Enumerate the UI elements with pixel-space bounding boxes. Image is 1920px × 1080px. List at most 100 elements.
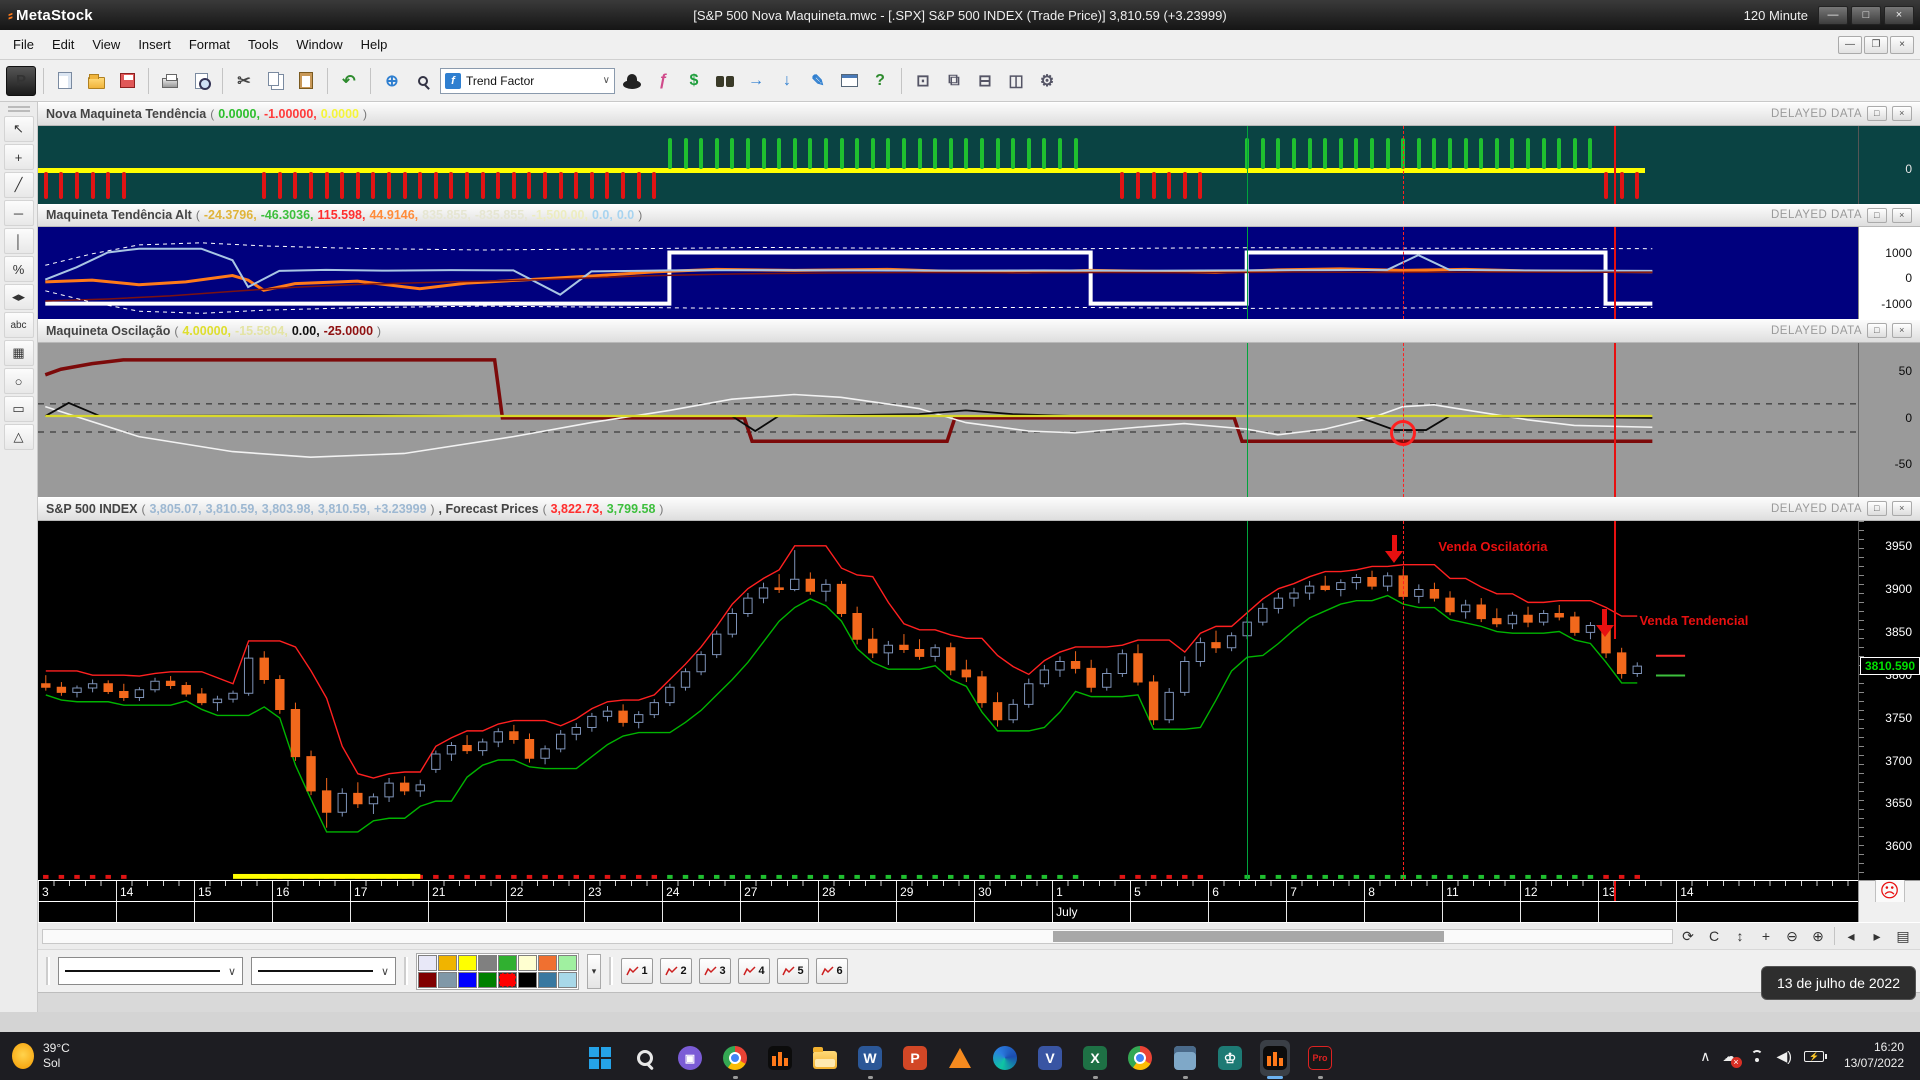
collapse-button[interactable]: C [1701,925,1727,947]
menu-tools[interactable]: Tools [239,32,287,57]
taskbar-metastock-active[interactable] [1260,1040,1290,1076]
zoom-box-button[interactable] [409,66,437,96]
volume-icon[interactable]: ◀) [1777,1048,1792,1065]
panel3-title-bar[interactable]: Maquineta Oscilação(4.00000,-15.5804,0.0… [38,319,1920,343]
tile-vertical-button[interactable]: ◫ [1002,66,1030,96]
taskbar-start[interactable] [585,1040,615,1076]
tile-horizontal-button[interactable]: ⊟ [971,66,999,96]
taskbar-chrome-badged[interactable] [720,1040,750,1076]
forecaster-button[interactable]: → [742,66,770,96]
paste-button[interactable] [292,66,320,96]
horizontal-line-tool[interactable]: ─ [4,200,34,226]
power-console-button[interactable]: P [6,66,36,96]
taskbar-clock[interactable]: 16:20 13/07/2022 [1836,1036,1912,1075]
taskbar-pro[interactable]: Pro [1305,1040,1335,1076]
taskbar-vlc[interactable] [945,1040,975,1076]
explorer-hat-button[interactable] [618,66,646,96]
menu-insert[interactable]: Insert [129,32,180,57]
layout-button-1[interactable]: 1 [621,958,653,984]
wifi-icon[interactable] [1749,1050,1765,1062]
maximize-button[interactable]: □ [1851,6,1881,25]
layout-button-5[interactable]: 5 [777,958,809,984]
panel-restore-button[interactable]: □ [1867,208,1887,223]
panel-close-button[interactable]: × [1892,208,1912,223]
menu-edit[interactable]: Edit [43,32,83,57]
minimize-button[interactable]: — [1818,6,1848,25]
layout-button-2[interactable]: 2 [660,958,692,984]
crosshair-tool[interactable]: + [4,144,34,170]
color-swatch[interactable] [538,972,557,988]
new-chart-button[interactable] [51,66,79,96]
panel-restore-button[interactable]: □ [1867,323,1887,338]
taskbar-visio[interactable]: V [1035,1040,1065,1076]
color-swatch[interactable] [498,955,517,971]
zoom-in-button[interactable]: ⊕ [1805,925,1831,947]
menu-view[interactable]: View [83,32,129,57]
print-button[interactable] [156,66,184,96]
menu-format[interactable]: Format [180,32,239,57]
pan-button[interactable]: + [1753,925,1779,947]
line-style-combo[interactable]: ∨ [58,957,243,985]
color-swatch[interactable] [418,955,437,971]
save-button[interactable] [113,66,141,96]
center-target-button[interactable]: ⊕ [378,66,406,96]
color-swatch[interactable] [478,972,497,988]
undo-button[interactable]: ↶ [335,66,363,96]
mdi-minimize-button[interactable]: — [1838,36,1862,54]
copy-button[interactable] [261,66,289,96]
refresh-button[interactable]: ⟳ [1675,925,1701,947]
taskbar-calculator[interactable] [1170,1040,1200,1076]
layout-button-6[interactable]: 6 [816,958,848,984]
vertical-fit-button[interactable]: ↕ [1727,925,1753,947]
color-swatch[interactable] [438,972,457,988]
color-swatch[interactable] [478,955,497,971]
panel-close-button[interactable]: × [1892,323,1912,338]
panel4-price-chart[interactable]: Venda OscilatóriaVenda Tendencial 395039… [38,521,1920,881]
color-swatch[interactable] [558,972,577,988]
taskbar-metastock[interactable] [765,1040,795,1076]
panel1-chart[interactable]: 0 [38,126,1920,204]
template-combo[interactable]: fTrend Factor∨ [440,68,615,94]
ellipse-tool[interactable]: ○ [4,368,34,394]
taskbar-edge[interactable] [990,1040,1020,1076]
close-button[interactable]: × [1884,6,1914,25]
color-swatch[interactable] [458,955,477,971]
open-button[interactable] [82,66,110,96]
print-preview-button[interactable] [187,66,215,96]
line-weight-combo[interactable]: ∨ [251,957,396,985]
panel2-title-bar[interactable]: Maquineta Tendência Alt(-24.3796,-46.303… [38,204,1920,228]
taskbar-excel[interactable]: X [1080,1040,1110,1076]
taskbar-powerpoint[interactable]: P [900,1040,930,1076]
menu-file[interactable]: File [4,32,43,57]
zoom-out-button[interactable]: ⊖ [1779,925,1805,947]
new-window-button[interactable]: ⊡ [909,66,937,96]
panel-close-button[interactable]: × [1892,501,1912,516]
tray-chevron-up-icon[interactable]: ∧ [1700,1048,1710,1065]
snapshot-button[interactable] [835,66,863,96]
mdi-close-button[interactable]: × [1890,36,1914,54]
mdi-restore-button[interactable]: ❐ [1864,36,1888,54]
scrollbar-thumb[interactable] [1053,931,1444,942]
panel4-title-bar[interactable]: S&P 500 INDEX(3,805.07,3,810.59,3,803.98… [38,497,1920,521]
menu-window[interactable]: Window [287,32,351,57]
color-swatch[interactable] [538,955,557,971]
toolbar-grip[interactable] [609,957,613,985]
panel2-chart[interactable]: 10000-1000 [38,227,1920,319]
taskbar-word[interactable]: W [855,1040,885,1076]
panel-restore-button[interactable]: □ [1867,106,1887,121]
system-tester-button[interactable]: $ [680,66,708,96]
scroll-left-right-tool[interactable]: ◂▸ [4,284,34,310]
battery-icon[interactable]: ⚡ [1804,1051,1824,1062]
scroll-left-button[interactable]: ◂ [1838,925,1864,947]
color-swatch[interactable] [498,972,517,988]
palette-dropdown-button[interactable]: ▾ [587,954,601,989]
explorer-binoculars-button[interactable] [711,66,739,96]
data-window-button[interactable]: ▤ [1890,925,1916,947]
panel1-title-bar[interactable]: Nova Maquineta Tendência(0.0000,-1.00000… [38,102,1920,126]
rectangle-tool[interactable]: ▭ [4,396,34,422]
vertical-line-tool[interactable]: │ [4,228,34,254]
taskbar-search[interactable] [630,1040,660,1076]
menu-help[interactable]: Help [352,32,397,57]
color-swatch[interactable] [438,955,457,971]
downloader-button[interactable]: ↓ [773,66,801,96]
